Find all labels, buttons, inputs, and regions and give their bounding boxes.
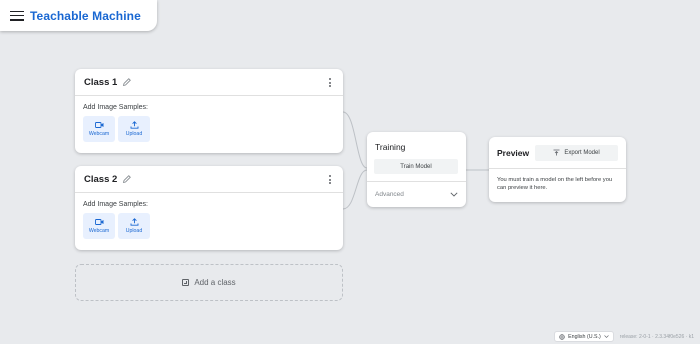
add-class-label: Add a class xyxy=(194,278,236,287)
upload-button[interactable]: Upload xyxy=(118,116,150,142)
language-select[interactable]: English (U.S.) xyxy=(554,331,614,342)
upload-label: Upload xyxy=(125,131,143,137)
export-icon xyxy=(553,149,560,156)
app-header: Teachable Machine xyxy=(0,0,157,31)
upload-button[interactable]: Upload xyxy=(118,213,150,239)
footer: English (U.S.) release: 2-0-1 · 2.3.34f0… xyxy=(554,331,694,342)
class-card-header: Class 1 xyxy=(75,69,343,96)
export-model-button[interactable]: Export Model xyxy=(535,144,618,161)
preview-message: You must train a model on the left befor… xyxy=(497,177,613,191)
release-version: release: 2-0-1 · 2.3.34f0e526 · k1 xyxy=(619,333,694,340)
app-title[interactable]: Teachable Machine xyxy=(30,9,141,23)
chevron-down-icon xyxy=(450,192,458,197)
add-samples-label: Add Image Samples: xyxy=(83,104,148,111)
webcam-label: Webcam xyxy=(88,228,110,234)
add-samples-label: Add Image Samples: xyxy=(83,201,148,208)
upload-label: Upload xyxy=(125,228,143,234)
upload-icon xyxy=(130,121,138,129)
add-class-button[interactable]: Add a class xyxy=(75,264,343,301)
menu-icon[interactable] xyxy=(10,10,24,21)
more-options-icon[interactable] xyxy=(329,175,332,184)
webcam-icon xyxy=(94,122,103,128)
webcam-icon xyxy=(94,219,103,225)
add-box-icon xyxy=(182,279,190,286)
advanced-label: Advanced xyxy=(375,191,404,198)
export-model-label: Export Model xyxy=(564,149,600,156)
preview-title: Preview xyxy=(497,147,530,158)
webcam-button[interactable]: Webcam xyxy=(83,213,115,239)
globe-icon xyxy=(559,333,565,340)
webcam-label: Webcam xyxy=(88,131,110,137)
class-card: Class 1 Add Image Samples: Webcam Upload xyxy=(75,69,343,153)
more-options-icon[interactable] xyxy=(329,78,332,87)
class-card: Class 2 Add Image Samples: Webcam Upload xyxy=(75,166,343,250)
upload-icon xyxy=(130,218,138,226)
chevron-down-icon xyxy=(604,335,609,338)
edit-pencil-icon[interactable] xyxy=(122,77,132,87)
preview-card: Preview Export Model You must train a mo… xyxy=(489,137,626,202)
webcam-button[interactable]: Webcam xyxy=(83,116,115,142)
class-name[interactable]: Class 1 xyxy=(84,77,117,88)
train-model-button[interactable]: Train Model xyxy=(374,159,458,174)
training-card: Training Train Model Advanced xyxy=(367,132,466,207)
language-label: English (U.S.) xyxy=(568,333,601,340)
training-title: Training xyxy=(375,142,406,152)
class-card-header: Class 2 xyxy=(75,166,343,193)
edit-pencil-icon[interactable] xyxy=(122,174,132,184)
class-name[interactable]: Class 2 xyxy=(84,174,117,185)
advanced-toggle[interactable]: Advanced xyxy=(367,182,466,207)
